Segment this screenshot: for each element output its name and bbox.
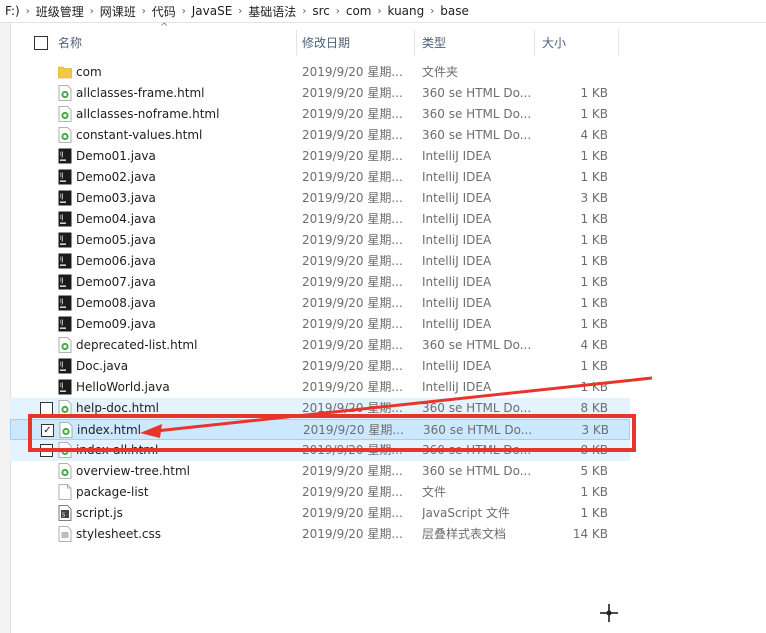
annotation-arrow [140, 376, 653, 438]
crosshair-cursor-icon [600, 604, 618, 622]
